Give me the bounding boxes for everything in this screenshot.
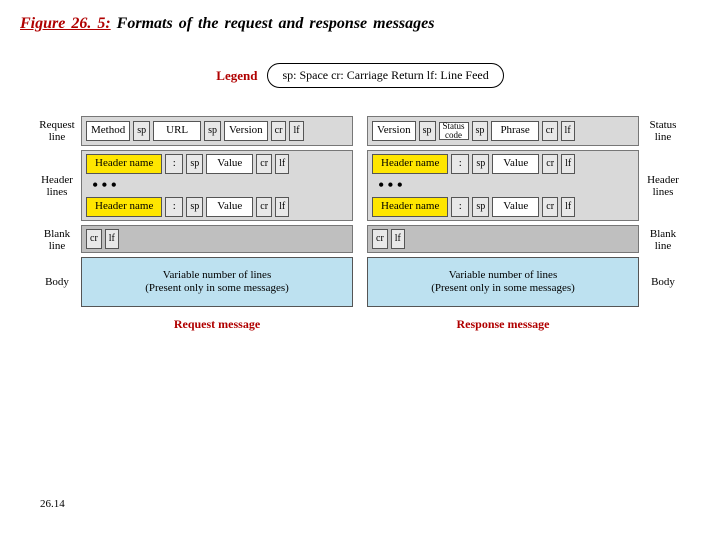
header-line: Header name : sp Value cr lf (86, 197, 348, 217)
label-request-line: Request line (33, 116, 81, 146)
token-cr: cr (542, 197, 558, 217)
token-value: Value (492, 154, 539, 174)
legend-label: Legend (216, 68, 257, 84)
token-lf: lf (275, 154, 289, 174)
figure-number: Figure 26. 5: (20, 15, 111, 32)
token-colon: : (451, 154, 469, 174)
body-line2: (Present only in some messages) (145, 282, 289, 295)
token-sp: sp (204, 121, 221, 141)
token-lf: lf (105, 229, 119, 249)
label-text: line (33, 240, 81, 252)
token-version: Version (372, 121, 416, 141)
label-text: Blank (33, 228, 81, 240)
header-line: Header name : sp Value cr lf (86, 154, 348, 174)
label-text: lines (639, 186, 687, 198)
body-box: Variable number of lines (Present only i… (81, 257, 353, 307)
caption-request: Request message (81, 317, 353, 332)
label-blank-line: Blank line (33, 226, 81, 254)
blank-line-row: cr lf (81, 225, 353, 253)
label-header-lines: Header lines (639, 146, 687, 226)
label-status-line: Status line (639, 116, 687, 146)
token-sp: sp (133, 121, 150, 141)
token-value: Value (206, 197, 253, 217)
label-text: line (33, 131, 81, 143)
header-line: Header name : sp Value cr lf (372, 154, 634, 174)
label-blank-line: Blank line (639, 226, 687, 254)
label-body: Body (639, 254, 687, 310)
token-cr: cr (542, 121, 558, 141)
token-sp: sp (472, 197, 489, 217)
figure-title-text: Formats of the request and response mess… (117, 15, 435, 32)
right-side-labels: Status line Header lines Blank line Body (639, 116, 687, 310)
body-line2: (Present only in some messages) (431, 282, 575, 295)
left-side-labels: Request line Header lines Blank line Bod… (33, 116, 81, 310)
ellipsis-icon: ••• (372, 180, 634, 191)
request-column: Method sp URL sp Version cr lf Header na… (81, 116, 353, 332)
figure-title: Figure 26. 5: Formats of the request and… (20, 15, 700, 33)
label-text: Header (33, 174, 81, 186)
label-text: line (639, 131, 687, 143)
diagram: Request line Header lines Blank line Bod… (20, 116, 700, 332)
token-cr: cr (256, 154, 272, 174)
header-line: Header name : sp Value cr lf (372, 197, 634, 217)
token-colon: : (165, 154, 183, 174)
body-box: Variable number of lines (Present only i… (367, 257, 639, 307)
token-url: URL (153, 121, 201, 141)
token-version: Version (224, 121, 268, 141)
page-number: 26.14 (40, 498, 65, 510)
token-sp: sp (472, 121, 489, 141)
label-text: Body (639, 276, 687, 288)
token-status-code: Statuscode (439, 122, 469, 140)
token-header-name: Header name (372, 154, 448, 174)
label-text: line (639, 240, 687, 252)
token-sp: sp (186, 154, 203, 174)
token-value: Value (492, 197, 539, 217)
token-colon: : (451, 197, 469, 217)
token-lf: lf (561, 121, 575, 141)
token-sp: sp (472, 154, 489, 174)
label-text: Header (639, 174, 687, 186)
label-text: Request (33, 119, 81, 131)
body-line1: Variable number of lines (163, 269, 271, 282)
token-phrase: Phrase (491, 121, 538, 141)
token-lf: lf (391, 229, 405, 249)
label-header-lines: Header lines (33, 146, 81, 226)
token-colon: : (165, 197, 183, 217)
ellipsis-icon: ••• (86, 180, 348, 191)
response-column: Version sp Statuscode sp Phrase cr lf He… (367, 116, 639, 332)
label-text: Blank (639, 228, 687, 240)
label-text: Body (33, 276, 81, 288)
token-method: Method (86, 121, 130, 141)
token-header-name: Header name (86, 197, 162, 217)
status-line-row: Version sp Statuscode sp Phrase cr lf (367, 116, 639, 146)
token-cr: cr (256, 197, 272, 217)
request-line-row: Method sp URL sp Version cr lf (81, 116, 353, 146)
token-lf: lf (275, 197, 289, 217)
token-sp: sp (186, 197, 203, 217)
token-cr: cr (542, 154, 558, 174)
token-header-name: Header name (372, 197, 448, 217)
token-lf: lf (561, 154, 575, 174)
token-lf: lf (561, 197, 575, 217)
token-header-name: Header name (86, 154, 162, 174)
token-sp: sp (419, 121, 436, 141)
header-lines-block: Header name : sp Value cr lf ••• Header … (367, 150, 639, 221)
legend-row: Legend sp: Space cr: Carriage Return lf:… (20, 63, 700, 88)
caption-response: Response message (367, 317, 639, 332)
token-cr: cr (86, 229, 102, 249)
body-line1: Variable number of lines (449, 269, 557, 282)
label-text: lines (33, 186, 81, 198)
token-lf: lf (289, 121, 303, 141)
label-text: Status (639, 119, 687, 131)
token-cr: cr (372, 229, 388, 249)
blank-line-row: cr lf (367, 225, 639, 253)
header-lines-block: Header name : sp Value cr lf ••• Header … (81, 150, 353, 221)
legend-pill: sp: Space cr: Carriage Return lf: Line F… (267, 63, 503, 88)
token-cr: cr (271, 121, 287, 141)
label-body: Body (33, 254, 81, 310)
token-value: Value (206, 154, 253, 174)
